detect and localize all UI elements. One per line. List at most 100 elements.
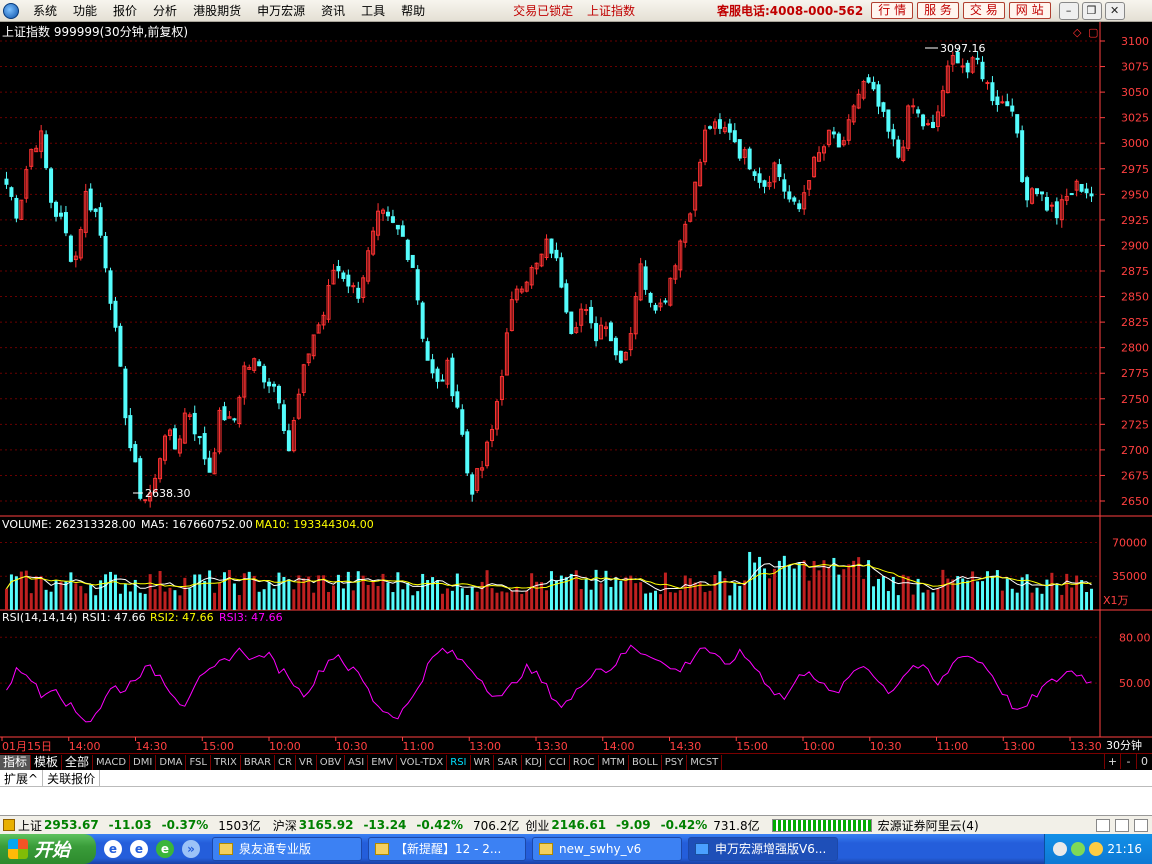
tab-mcst[interactable]: MCST bbox=[687, 754, 723, 770]
menu-tools[interactable]: 工具 bbox=[353, 2, 393, 19]
tab-brar[interactable]: BRAR bbox=[241, 754, 276, 770]
tab-all[interactable]: 全部 bbox=[62, 754, 94, 770]
volume-bar bbox=[227, 569, 231, 610]
candle-body bbox=[871, 81, 876, 90]
price-tick-label: 3050 bbox=[1121, 86, 1149, 99]
volume-bar bbox=[252, 575, 256, 610]
diamond-icon[interactable]: ◇ bbox=[1073, 26, 1082, 39]
candle-body bbox=[916, 109, 921, 114]
tab-wr[interactable]: WR bbox=[471, 754, 495, 770]
volume-bar bbox=[703, 592, 707, 610]
task-new-reminder[interactable]: 【新提醒】12 - 2... bbox=[368, 837, 526, 861]
low-label: 2638.30 bbox=[145, 487, 191, 500]
volume-icon[interactable] bbox=[1071, 842, 1086, 856]
chart-area[interactable]: 3100 3075 3050 3025 3000 2975 2950 2925 2900 2875… bbox=[0, 22, 1152, 753]
tab-macd[interactable]: MACD bbox=[93, 754, 131, 770]
tab-sar[interactable]: SAR bbox=[494, 754, 522, 770]
tab-vol-tdx[interactable]: VOL-TDX bbox=[397, 754, 448, 770]
volume-bar bbox=[1085, 592, 1089, 610]
sh-label[interactable]: 上证 bbox=[18, 817, 42, 834]
volume-bar bbox=[1020, 577, 1024, 610]
volume-bar bbox=[376, 585, 380, 610]
candle-body bbox=[975, 57, 980, 60]
close-icon[interactable]: ✕ bbox=[1104, 1, 1125, 20]
volume-bar bbox=[1080, 580, 1084, 610]
tab-mtm[interactable]: MTM bbox=[599, 754, 630, 770]
candle-body bbox=[643, 266, 648, 290]
current-security-label[interactable]: 上证指数 bbox=[587, 4, 635, 18]
network-icon[interactable] bbox=[1053, 842, 1068, 856]
candle-body bbox=[737, 139, 742, 159]
tools-icon[interactable] bbox=[1115, 818, 1129, 832]
candle-body bbox=[172, 428, 177, 450]
tab-rsi[interactable]: RSI bbox=[447, 754, 471, 770]
tab-dma[interactable]: DMA bbox=[156, 754, 187, 770]
browser-icon[interactable]: e bbox=[130, 840, 148, 858]
tab-roc[interactable]: ROC bbox=[570, 754, 599, 770]
volume-bar bbox=[14, 576, 18, 610]
green-app-icon[interactable]: e bbox=[156, 840, 174, 858]
menu-news[interactable]: 资讯 bbox=[313, 2, 353, 19]
security-icon[interactable] bbox=[1089, 842, 1104, 856]
menu-swhy[interactable]: 申万宏源 bbox=[249, 2, 313, 19]
service-button[interactable]: 服 务 bbox=[917, 2, 959, 19]
task-new-swhy[interactable]: new_swhy_v6 bbox=[532, 837, 682, 861]
tab-templates[interactable]: 模板 bbox=[31, 754, 63, 770]
volume-bar bbox=[812, 560, 816, 610]
hs-label[interactable]: 沪深 bbox=[273, 817, 297, 834]
tab-vr[interactable]: VR bbox=[296, 754, 317, 770]
menu-hk-futures[interactable]: 港股期货 bbox=[185, 2, 249, 19]
tab-emv[interactable]: EMV bbox=[368, 754, 397, 770]
zoom-in-button[interactable]: + bbox=[1104, 754, 1120, 769]
time-label: 13:30 bbox=[536, 740, 568, 753]
trade-lock-status[interactable]: 交易已锁定 bbox=[513, 4, 573, 18]
tab-psy[interactable]: PSY bbox=[662, 754, 688, 770]
menu-analysis[interactable]: 分析 bbox=[145, 2, 185, 19]
tab-boll[interactable]: BOLL bbox=[629, 754, 662, 770]
restore-icon[interactable]: ❐ bbox=[1081, 1, 1102, 20]
volume-bar bbox=[594, 569, 598, 610]
volume-bar bbox=[168, 587, 172, 610]
volume-bar bbox=[118, 593, 122, 610]
tab-related-quotes[interactable]: 关联报价 bbox=[43, 769, 101, 787]
volume-bar bbox=[1030, 592, 1034, 610]
candle-body bbox=[554, 249, 559, 259]
menu-quote[interactable]: 报价 bbox=[105, 2, 145, 19]
reset-button[interactable]: 0 bbox=[1136, 754, 1152, 769]
menu-function[interactable]: 功能 bbox=[65, 2, 105, 19]
ie-icon[interactable]: e bbox=[104, 840, 122, 858]
broker-server[interactable]: 宏源证券阿里云(4) bbox=[878, 817, 979, 834]
website-button[interactable]: 网 站 bbox=[1008, 2, 1051, 19]
trade-button[interactable]: 交 易 bbox=[962, 2, 1005, 19]
tab-extend[interactable]: 扩展^ bbox=[0, 769, 44, 787]
window-mode-icon[interactable]: ▢ bbox=[1088, 26, 1098, 39]
window-icon[interactable] bbox=[1096, 818, 1110, 832]
minimize-icon[interactable]: – bbox=[1058, 1, 1079, 20]
volume-bar bbox=[753, 562, 757, 610]
tab-asi[interactable]: ASI bbox=[345, 754, 369, 770]
tab-dmi[interactable]: DMI bbox=[130, 754, 157, 770]
tab-cr[interactable]: CR bbox=[275, 754, 296, 770]
kline-chart[interactable]: 3100 3075 3050 3025 3000 2975 2950 2925 2900 2875… bbox=[0, 22, 1152, 753]
tab-fsl[interactable]: FSL bbox=[186, 754, 211, 770]
tab-indicators[interactable]: 指标 bbox=[0, 754, 32, 770]
tab-kdj[interactable]: KDJ bbox=[522, 754, 546, 770]
time-label: 11:00 bbox=[403, 740, 435, 753]
task-quanyoutong[interactable]: 泉友通专业版 bbox=[212, 837, 362, 861]
cy-label[interactable]: 创业 bbox=[525, 817, 549, 834]
volume-bar bbox=[29, 593, 33, 610]
lock-icon[interactable] bbox=[1134, 818, 1148, 832]
show-desktop-icon[interactable]: » bbox=[182, 840, 200, 858]
menu-help[interactable]: 帮助 bbox=[393, 2, 433, 19]
market-button[interactable]: 行 情 bbox=[871, 2, 914, 19]
price-tick-label: 2750 bbox=[1121, 393, 1149, 406]
tab-trix[interactable]: TRIX bbox=[211, 754, 241, 770]
period-label[interactable]: 30分钟 bbox=[1106, 738, 1142, 752]
zoom-out-button[interactable]: - bbox=[1120, 754, 1136, 769]
candle-body bbox=[68, 235, 73, 262]
tab-cci[interactable]: CCI bbox=[546, 754, 570, 770]
menu-system[interactable]: 系统 bbox=[25, 2, 65, 19]
tab-obv[interactable]: OBV bbox=[317, 754, 346, 770]
start-button[interactable]: 开始 bbox=[0, 834, 96, 864]
task-swhy-enhanced[interactable]: 申万宏源增强版V6... bbox=[688, 837, 838, 861]
